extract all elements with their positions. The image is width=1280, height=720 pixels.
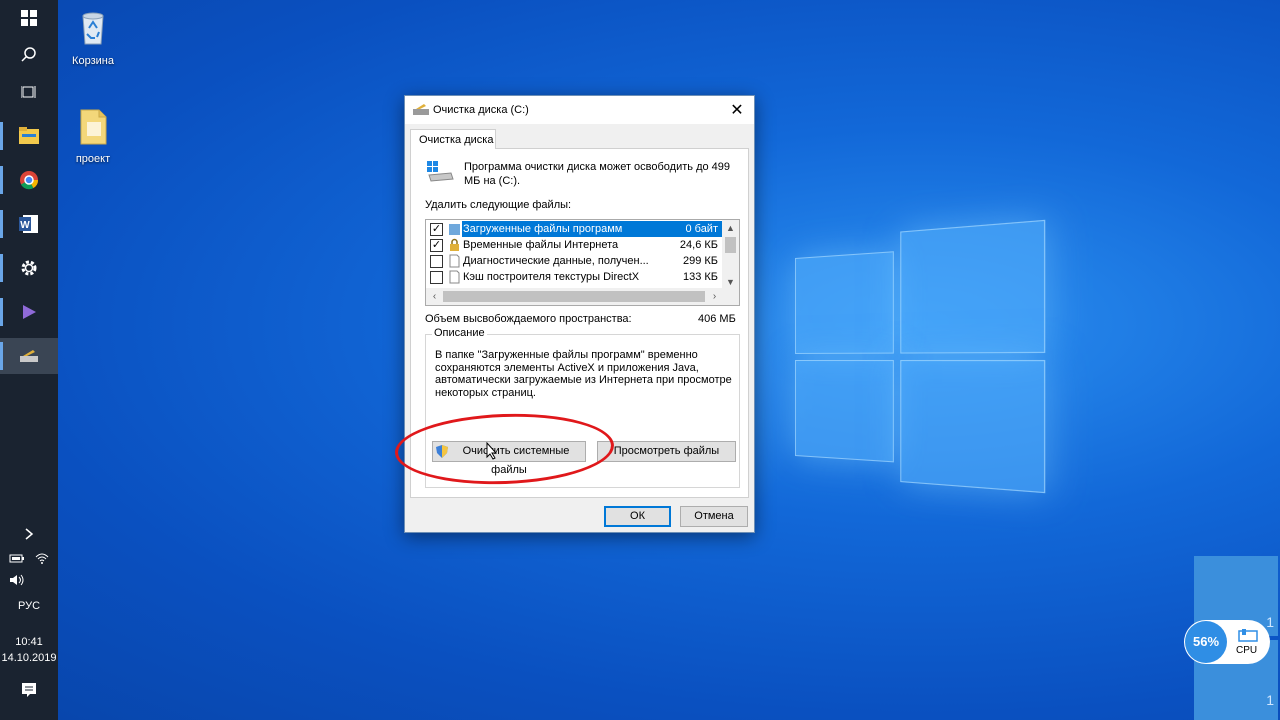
chrome-icon [20,171,39,190]
vertical-scrollbar[interactable]: ▲ ▼ [722,220,739,290]
windows-logo-wallpaper [795,219,1050,500]
file-row[interactable]: Диагностические данные, получен... 299 К… [426,253,722,269]
tile-number: 1 [1266,614,1274,630]
network-indicator[interactable] [30,548,54,568]
disk-cleanup-icon [413,104,429,115]
file-row[interactable]: ✓ Временные файлы Интернета 24,6 КБ [426,237,722,253]
file-size: 133 КБ [682,271,718,283]
file-list[interactable]: ✓ Загруженные файлы программ 0 байт ✓ Вр… [425,219,740,306]
taskbar-media-player[interactable] [0,294,58,330]
cpu-chip-icon [1238,629,1258,642]
scroll-thumb[interactable] [443,291,705,302]
battery-indicator[interactable] [5,548,29,568]
search-button[interactable] [0,37,58,73]
disk-cleanup-icon [20,350,38,362]
windows-start-icon [21,10,37,26]
action-center-button[interactable] [0,672,58,708]
folder-icon [19,127,39,144]
dialog-title: Очистка диска (C:) [433,104,529,116]
svg-text:W: W [20,220,30,231]
volume-indicator[interactable] [5,570,29,590]
recycle-bin-icon [82,12,104,45]
cpu-percent: 56% [1185,621,1227,663]
ok-button[interactable]: ОК [604,506,671,527]
scroll-right-arrow[interactable]: › [706,288,723,305]
task-view-button[interactable] [0,74,58,110]
lock-icon [450,238,459,251]
document-icon [449,270,460,284]
desktop-icon-project-file[interactable]: проект [57,106,129,165]
file-size: 299 КБ [682,255,718,267]
document-icon [449,254,460,268]
cancel-button[interactable]: Отмена [680,506,748,527]
show-hidden-icons-button[interactable] [0,516,58,552]
files-to-delete-label: Удалить следующие файлы: [425,199,572,211]
space-value: 406 МБ [698,313,736,325]
view-files-button[interactable]: Просмотреть файлы [597,441,736,462]
horizontal-scrollbar[interactable]: ‹ › [426,288,739,305]
space-label: Объем высвобождаемого пространства: [425,313,632,325]
cpu-meter-widget[interactable]: 56% CPU [1184,620,1270,664]
chevron-right-icon [25,528,34,540]
mouse-cursor-icon [486,442,498,460]
dialog-titlebar[interactable]: Очистка диска (C:) ✕ [405,96,754,124]
clock-date[interactable]: 14.10.2019 [0,652,58,664]
drive-icon [427,161,454,182]
file-checkbox[interactable]: ✓ [430,223,443,236]
desktop-icon-recycle-bin[interactable]: Корзина [57,8,129,67]
play-icon [23,305,36,319]
speaker-icon [10,574,24,586]
notification-icon [22,683,36,697]
tile-number: 1 [1266,692,1274,708]
scroll-left-arrow[interactable]: ‹ [426,288,443,305]
scroll-thumb[interactable] [725,237,736,253]
file-icon [80,109,107,145]
wifi-icon [35,553,49,564]
taskbar-disk-cleanup[interactable] [0,338,58,374]
file-checkbox[interactable] [430,271,443,284]
file-checkbox[interactable] [430,255,443,268]
file-name: Загруженные файлы программ [462,221,722,237]
battery-icon [9,554,24,563]
taskbar-word[interactable]: W [0,206,58,242]
gear-icon [21,260,37,276]
desktop-icon-label: проект [75,153,111,165]
file-row[interactable]: Кэш построителя текстуры DirectX 133 КБ [426,269,722,285]
taskbar: W РУС 10:41 14.10.2019 [0,0,58,720]
taskbar-chrome[interactable] [0,162,58,198]
folder-icon [449,224,460,235]
clock-time[interactable]: 10:41 [0,636,58,648]
tab-disk-cleanup[interactable]: Очистка диска [410,129,496,149]
taskbar-file-explorer[interactable] [0,118,58,154]
start-button[interactable] [0,0,58,36]
desktop-icon-label: Корзина [72,55,114,67]
description-text: В папке "Загруженные файлы программ" вре… [435,349,732,399]
close-icon: ✕ [730,102,744,119]
intro-text: Программа очистки диска может освободить… [464,161,731,187]
word-icon: W [19,215,38,233]
file-checkbox[interactable]: ✓ [430,239,443,252]
file-row[interactable]: ✓ Загруженные файлы программ 0 байт [426,221,722,237]
description-legend: Описание [432,327,487,339]
search-icon [21,47,36,62]
taskbar-settings[interactable] [0,250,58,286]
task-view-icon [21,86,36,98]
language-indicator[interactable]: РУС [0,600,58,612]
close-button[interactable]: ✕ [720,96,754,124]
cpu-label: CPU [1236,645,1258,656]
scroll-up-arrow[interactable]: ▲ [722,220,739,236]
file-size: 0 байт [685,223,718,235]
file-size: 24,6 КБ [679,239,718,251]
